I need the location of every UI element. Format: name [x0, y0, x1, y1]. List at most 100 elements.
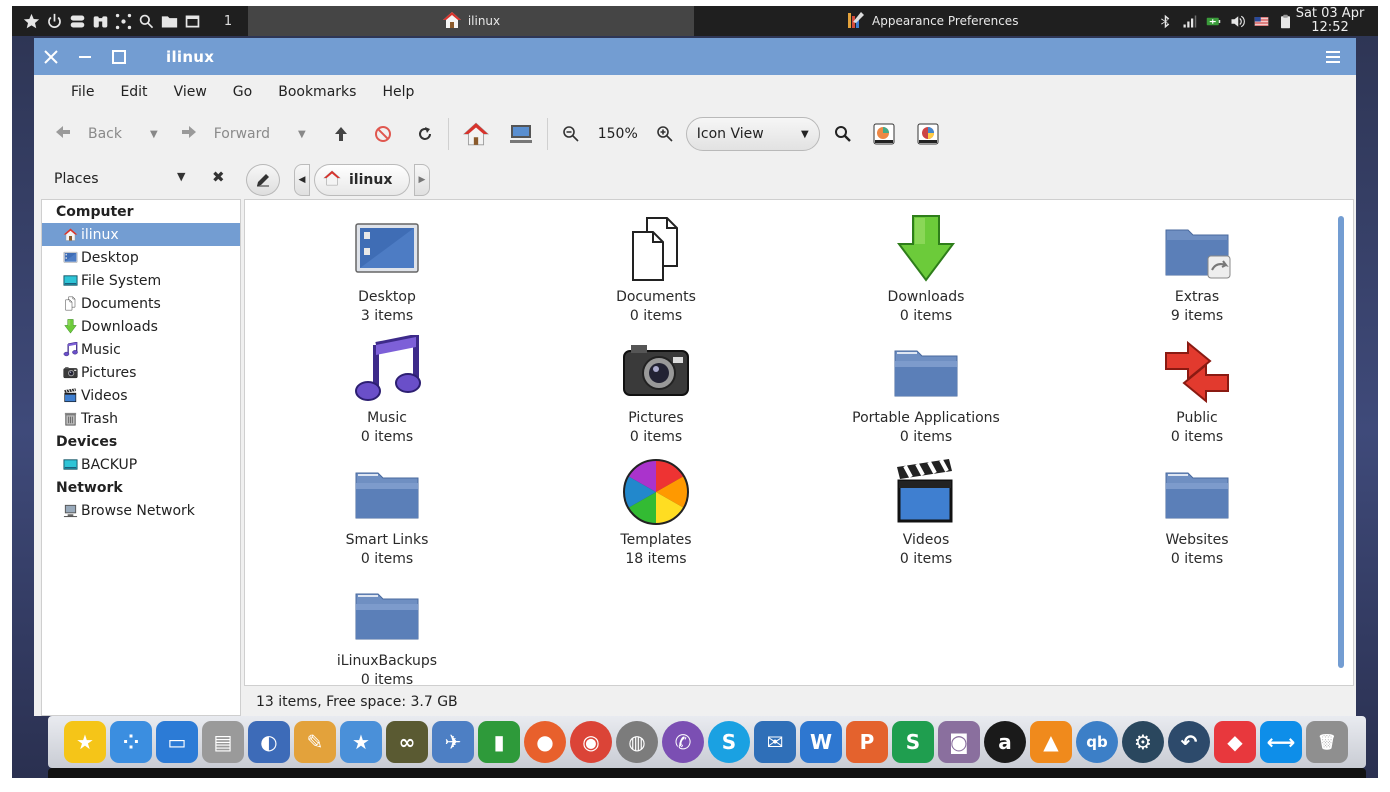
- file-item-websites[interactable]: Websites 0 items: [1097, 457, 1297, 569]
- sidebar-item-documents[interactable]: Documents: [42, 292, 240, 315]
- minimize-button[interactable]: [68, 38, 102, 75]
- mail-icon[interactable]: ✉: [754, 721, 796, 763]
- pipe-icon[interactable]: ▮: [478, 721, 520, 763]
- file-item-ilinuxbackups[interactable]: iLinuxBackups 0 items: [287, 578, 487, 690]
- back-button[interactable]: Back: [54, 117, 122, 151]
- titlebar[interactable]: ilinux: [34, 38, 1356, 75]
- file-item-portable-applications[interactable]: Portable Applications 0 items: [826, 335, 1026, 447]
- zoom-out-icon[interactable]: [562, 117, 580, 151]
- clock[interactable]: Sat 03 Apr 12:52: [1290, 6, 1370, 35]
- writer-icon[interactable]: W: [800, 721, 842, 763]
- menu-help[interactable]: Help: [369, 84, 427, 100]
- skype-icon[interactable]: S: [708, 721, 750, 763]
- teamviewer-icon[interactable]: ⟷: [1260, 721, 1302, 763]
- hamburger-menu-icon[interactable]: [1318, 38, 1348, 75]
- sidebar-item-browse-network[interactable]: Browse Network: [42, 499, 240, 522]
- menu-file[interactable]: File: [58, 84, 107, 100]
- menu-bookmarks[interactable]: Bookmarks: [265, 84, 369, 100]
- vlc-icon[interactable]: ▲: [1030, 721, 1072, 763]
- close-button[interactable]: [34, 38, 68, 75]
- up-arrow-icon[interactable]: [332, 117, 350, 151]
- store-icon[interactable]: ★: [340, 721, 382, 763]
- folder-icon[interactable]: [160, 12, 179, 31]
- sidebar-item-file-system[interactable]: File System: [42, 269, 240, 292]
- file-item-templates[interactable]: Templates 18 items: [556, 457, 756, 569]
- home-icon[interactable]: [462, 117, 489, 151]
- file-item-documents[interactable]: Documents 0 items: [556, 214, 756, 326]
- flag-icon[interactable]: [1252, 12, 1271, 31]
- view-mode-select[interactable]: Icon View ▼: [685, 117, 820, 151]
- bluetooth-icon[interactable]: [1156, 12, 1175, 31]
- sidebar-item-backup[interactable]: BACKUP: [42, 453, 240, 476]
- computer-icon[interactable]: [509, 117, 533, 151]
- network-icon[interactable]: [114, 12, 133, 31]
- menu-go[interactable]: Go: [220, 84, 265, 100]
- power-icon[interactable]: [45, 12, 64, 31]
- forward-history-chevron-icon[interactable]: ▼: [298, 129, 306, 140]
- star-icon[interactable]: [22, 12, 41, 31]
- breadcrumb[interactable]: ilinux: [314, 164, 410, 196]
- workspace-indicator[interactable]: 1: [218, 14, 238, 29]
- spreadsheet-icon[interactable]: S: [892, 721, 934, 763]
- cabinet-icon[interactable]: ▤: [202, 721, 244, 763]
- search-icon[interactable]: [137, 12, 156, 31]
- places-label[interactable]: Places: [54, 171, 99, 187]
- toggle-icon[interactable]: ◐: [248, 721, 290, 763]
- screenshot-icon[interactable]: ◙: [938, 721, 980, 763]
- file-item-extras[interactable]: Extras 9 items: [1097, 214, 1297, 326]
- maximize-button[interactable]: [102, 38, 136, 75]
- sidebar-item-music[interactable]: Music: [42, 338, 240, 361]
- search-icon[interactable]: [834, 117, 852, 151]
- color-chart-icon[interactable]: [916, 117, 940, 151]
- forward-button[interactable]: Forward: [180, 117, 270, 151]
- sidebar-item-pictures[interactable]: Pictures: [42, 361, 240, 384]
- scrollbar[interactable]: [1338, 216, 1344, 668]
- file-item-videos[interactable]: Videos 0 items: [826, 457, 1026, 569]
- volume-icon[interactable]: [1228, 12, 1247, 31]
- presentation-icon[interactable]: P: [846, 721, 888, 763]
- menu-edit[interactable]: Edit: [107, 84, 160, 100]
- sidebar-item-downloads[interactable]: Downloads: [42, 315, 240, 338]
- anydesk-icon[interactable]: ◆: [1214, 721, 1256, 763]
- firefox-icon[interactable]: ●: [524, 721, 566, 763]
- file-item-public[interactable]: Public 0 items: [1097, 335, 1297, 447]
- stop-icon[interactable]: [374, 117, 392, 151]
- chrome-icon[interactable]: ◉: [570, 721, 612, 763]
- amazon-icon[interactable]: a: [984, 721, 1026, 763]
- plane-icon[interactable]: ✈: [432, 721, 474, 763]
- sidebar-item-ilinux[interactable]: ilinux: [42, 223, 240, 246]
- qbittorrent-icon[interactable]: qb: [1076, 721, 1118, 763]
- breadcrumb-scroll-right-icon[interactable]: ▶: [414, 164, 430, 196]
- signal-icon[interactable]: [1180, 12, 1199, 31]
- window-icon[interactable]: [183, 12, 202, 31]
- window-icon[interactable]: ▭: [156, 721, 198, 763]
- menu-view[interactable]: View: [161, 84, 220, 100]
- edit-location-button[interactable]: [246, 164, 280, 196]
- sidebar-item-desktop[interactable]: Desktop: [42, 246, 240, 269]
- backup-icon[interactable]: ↶: [1168, 721, 1210, 763]
- steam-icon[interactable]: ⚙: [1122, 721, 1164, 763]
- toggle-icon[interactable]: [68, 12, 87, 31]
- close-sidebar-icon[interactable]: ✖: [212, 168, 225, 186]
- disk-usage-icon[interactable]: [872, 117, 896, 151]
- file-item-music[interactable]: Music 0 items: [287, 335, 487, 447]
- breadcrumb-scroll-left-icon[interactable]: ◀: [294, 164, 310, 196]
- binoculars-icon[interactable]: [91, 12, 110, 31]
- battery-icon[interactable]: [1204, 12, 1223, 31]
- places-dropdown-icon[interactable]: ▼: [177, 170, 185, 183]
- zoom-in-icon[interactable]: [656, 117, 674, 151]
- taskbar-item-appearance[interactable]: Appearance Preferences: [846, 6, 1046, 36]
- file-item-desktop[interactable]: Desktop 3 items: [287, 214, 487, 326]
- palette-icon[interactable]: ✎: [294, 721, 336, 763]
- earth-pro-icon[interactable]: ◍: [616, 721, 658, 763]
- file-item-pictures[interactable]: Pictures 0 items: [556, 335, 756, 447]
- dots-icon[interactable]: ⁘: [110, 721, 152, 763]
- viber-icon[interactable]: ✆: [662, 721, 704, 763]
- back-history-chevron-icon[interactable]: ▼: [150, 129, 158, 140]
- reload-icon[interactable]: [416, 117, 434, 151]
- zoom-level[interactable]: 150%: [598, 126, 638, 142]
- taskbar-item-ilinux[interactable]: ilinux: [248, 6, 694, 36]
- file-item-downloads[interactable]: Downloads 0 items: [826, 214, 1026, 326]
- sidebar-item-videos[interactable]: Videos: [42, 384, 240, 407]
- sidebar-item-trash[interactable]: Trash: [42, 407, 240, 430]
